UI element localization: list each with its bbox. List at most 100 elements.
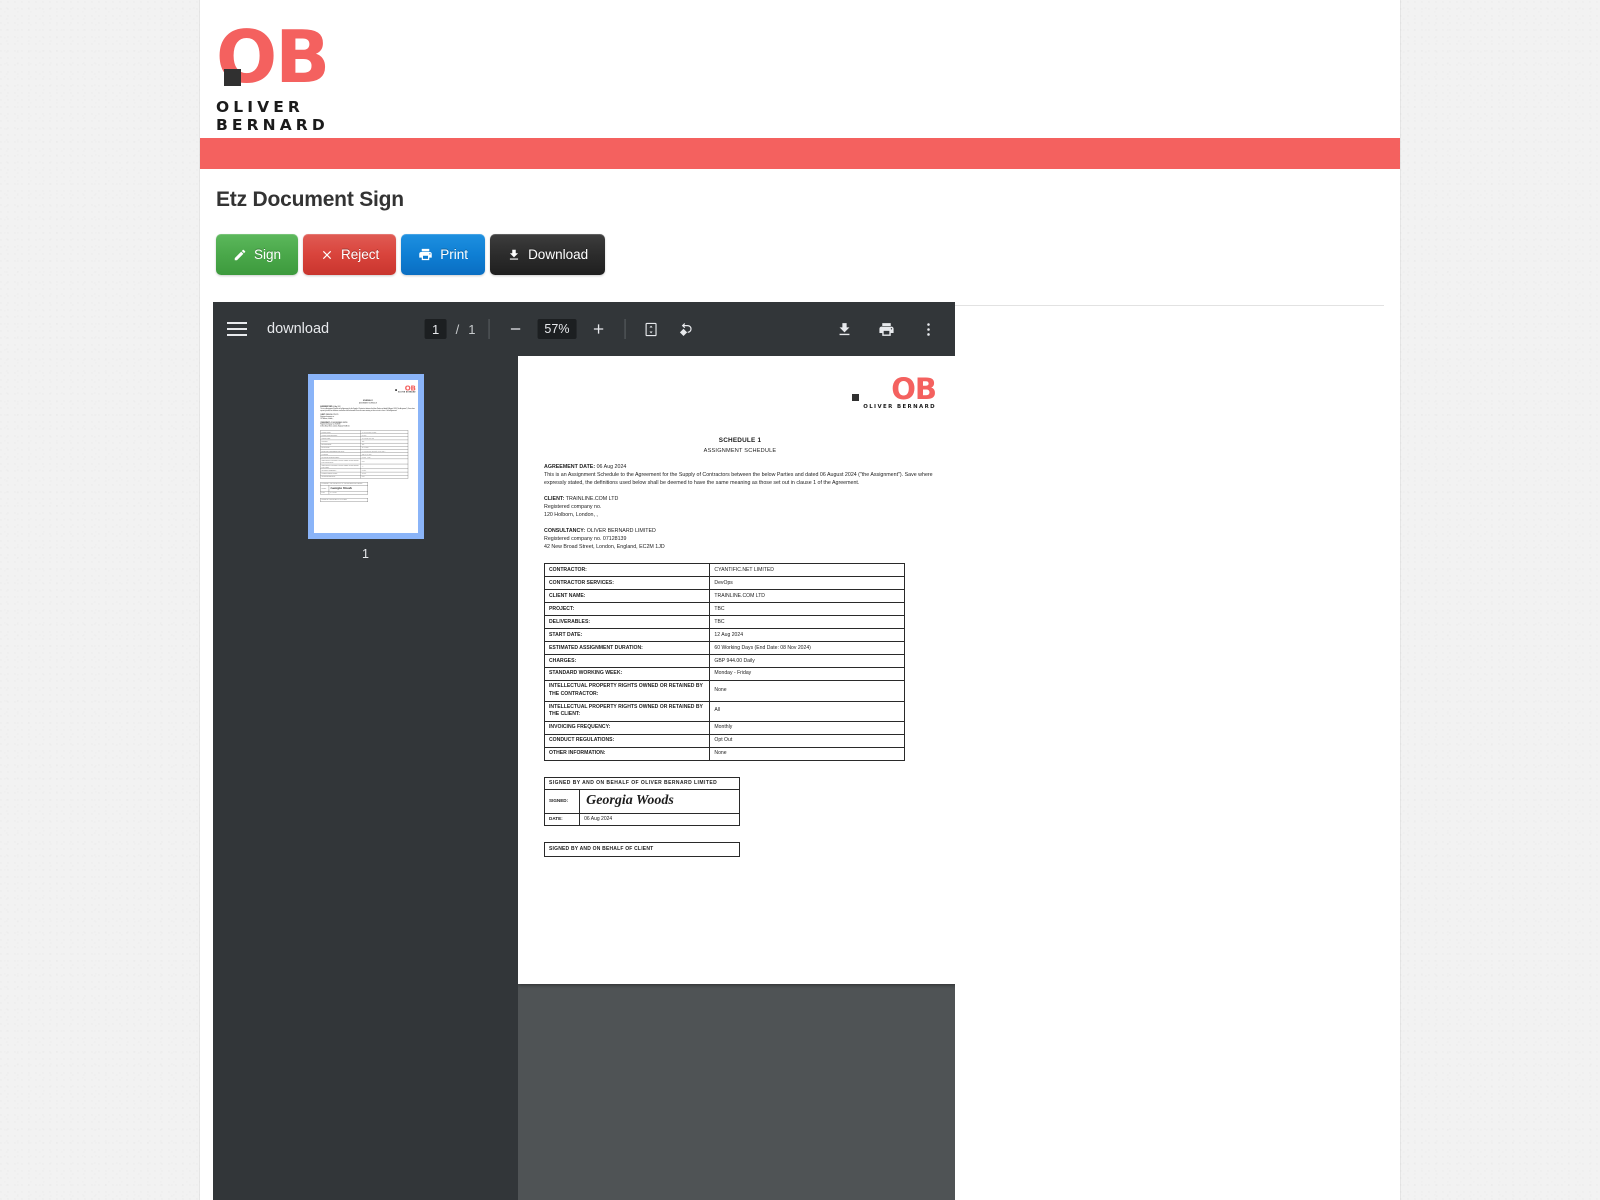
- x-mark-icon: [320, 248, 334, 262]
- document-subtitle: ASSIGNMENT SCHEDULE: [703, 448, 777, 455]
- document-logo-sub: OLIVER BERNARD: [863, 404, 936, 410]
- table-cell-key: ESTIMATED ASSIGNMENT DURATION:: [543, 641, 711, 656]
- pencil-icon: [233, 248, 247, 262]
- client-signature-block: SIGNED BY AND ON BEHALF OF CLIENT: [544, 842, 740, 857]
- toolbar-divider-2: [624, 319, 626, 339]
- download-icon: [507, 248, 521, 262]
- table-row: INTELLECTUAL PROPERTY RIGHTS OWNED OR RE…: [543, 680, 905, 702]
- agreement-date-label: AGREEMENT DATE:: [544, 464, 596, 471]
- signature-date-value: 06 Aug 2024: [579, 812, 740, 827]
- intro-paragraph: This is an Assignment Schedule to the Ag…: [544, 472, 933, 486]
- table-row: DATE: 06 Aug 2024: [543, 812, 740, 827]
- table-row: CONTRACTOR SERVICES: DevOps: [543, 576, 905, 591]
- table-row: CLIENT NAME: TRAINLINE.COM LTD: [543, 589, 905, 604]
- sign-button-label: Sign: [254, 247, 282, 262]
- table-cell-value: None: [709, 680, 905, 702]
- table-row: STANDARD WORKING WEEK: Monday - Friday: [543, 667, 905, 682]
- table-row: CONDUCT REGULATIONS: Opt Out: [543, 733, 905, 748]
- table-cell-value: 60 Working Days (End Date: 08 Nov 2024): [709, 641, 905, 656]
- table-row: PROJECT: TBC: [543, 602, 905, 617]
- client-address: 120 Holborn, London, ,: [544, 511, 598, 518]
- table-cell-value: None: [360, 475, 408, 479]
- consultancy-registration: Registered company no. 07128139: [544, 536, 627, 543]
- page-thumbnail-1[interactable]: OB OLIVER BERNARD SCHEDULE 1 ASSIGNMENT …: [307, 374, 424, 539]
- pdf-download-icon[interactable]: [831, 316, 857, 342]
- company-logo: OB OLIVER BERNARD: [216, 18, 376, 134]
- consultancy-label: CONSULTANCY:: [544, 528, 586, 535]
- table-cell-value: Monday - Friday: [709, 667, 905, 682]
- client-block: CLIENT: TRAINLINE.COM LTD Registered com…: [544, 496, 936, 519]
- pdf-thumbnail-sidebar: OB OLIVER BERNARD SCHEDULE 1 ASSIGNMENT …: [213, 356, 518, 1200]
- table-row: ESTIMATED ASSIGNMENT DURATION: 60 Working…: [543, 641, 905, 656]
- table-cell-key: STANDARD WORKING WEEK:: [543, 667, 711, 682]
- table-cell-key: INVOICING FREQUENCY:: [543, 720, 711, 735]
- agreement-date-value: 06 Aug 2024: [596, 464, 627, 471]
- assignment-table: CONTRACTOR: CYANTIFIC.NET LIMITED CONTRACT…: [543, 563, 905, 761]
- pdf-body: OB OLIVER BERNARD SCHEDULE 1 ASSIGNMENT …: [213, 356, 955, 1200]
- document-render: OB OLIVER BERNARD SCHEDULE 1 ASSIGNMENT …: [518, 356, 955, 875]
- table-cell-value: TBC: [709, 602, 905, 617]
- action-button-group: Sign Reject Print Download: [200, 212, 1400, 275]
- print-button[interactable]: Print: [401, 234, 486, 275]
- table-cell-key: PROJECT:: [543, 602, 711, 617]
- table-cell-key: CONDUCT REGULATIONS:: [543, 733, 711, 748]
- pdf-toolbar-right-controls: [831, 316, 941, 342]
- table-cell-value: 12 Aug 2024: [709, 628, 905, 643]
- zoom-out-icon[interactable]: [502, 316, 528, 342]
- table-cell-key: CONTRACTOR:: [543, 563, 711, 578]
- reject-button[interactable]: Reject: [303, 234, 397, 275]
- thumb-doc-logo-sub: OLIVER BERNARD: [397, 391, 416, 394]
- table-row: START DATE: 12 Aug 2024: [543, 628, 905, 643]
- zoom-level-input[interactable]: 57%: [537, 319, 577, 339]
- page-total: 1: [468, 321, 476, 337]
- table-cell-key: DELIVERABLES:: [543, 615, 711, 630]
- table-cell-key: OTHER INFORMATION:: [543, 746, 711, 761]
- table-cell-value: TRAINLINE.COM LTD: [709, 589, 905, 604]
- fit-to-page-icon[interactable]: [638, 316, 664, 342]
- signature-date-label: DATE:: [543, 812, 581, 827]
- table-cell-key: INTELLECTUAL PROPERTY RIGHTS OWNED OR RE…: [543, 700, 711, 722]
- table-row: SIGNED: Georgia Woods: [543, 789, 740, 814]
- thumb-assignment-table: CONTRACTOR: CYANTIFIC.NET LIMITED CONTRACT…: [319, 430, 408, 479]
- thumb-doc-subtitle: ASSIGNMENT SCHEDULE: [358, 402, 377, 404]
- thumbnail-page-label: 1: [362, 547, 369, 561]
- client-value: TRAINLINE.COM LTD: [565, 496, 619, 503]
- more-options-icon[interactable]: [915, 316, 941, 342]
- page-number-input[interactable]: 1: [424, 319, 447, 339]
- thumb-client-signature-block: SIGNED BY AND ON BEHALF OF CLIENT: [319, 498, 368, 502]
- table-cell-value: DevOps: [709, 576, 905, 591]
- table-cell-key: CHARGES:: [543, 654, 711, 669]
- page-container: OB OLIVER BERNARD Etz Document Sign Sign…: [200, 0, 1400, 1200]
- table-cell-value: TBC: [709, 615, 905, 630]
- print-button-label: Print: [440, 247, 469, 262]
- rotate-icon[interactable]: [673, 316, 699, 342]
- pdf-print-icon[interactable]: [873, 316, 899, 342]
- printer-icon: [418, 247, 433, 262]
- page-title: Etz Document Sign: [216, 188, 404, 211]
- thumb-doc-logo-mark: OB: [404, 383, 416, 393]
- sidebar-toggle-icon[interactable]: [227, 316, 253, 342]
- table-cell-key: OTHER INFORMATION:: [319, 475, 361, 479]
- page-separator: /: [455, 321, 460, 337]
- pdf-page-1: OB OLIVER BERNARD SCHEDULE 1 ASSIGNMENT …: [518, 356, 955, 984]
- table-cell-value: Monthly: [709, 720, 905, 735]
- table-cell-value: Opt Out: [709, 733, 905, 748]
- zoom-in-icon[interactable]: [585, 316, 611, 342]
- client-registration: Registered company no.: [544, 504, 602, 511]
- pdf-page-area[interactable]: OB OLIVER BERNARD SCHEDULE 1 ASSIGNMENT …: [518, 356, 955, 1200]
- signature-heading: SIGNED BY AND ON BEHALF OF OLIVER BERNAR…: [544, 776, 740, 791]
- sign-button[interactable]: Sign: [216, 234, 299, 275]
- document-logo-mark: OB: [891, 372, 937, 406]
- table-row: CHARGES: GBP 944.00 Daily: [543, 654, 905, 669]
- thumbnail-document-render: OB OLIVER BERNARD SCHEDULE 1 ASSIGNMENT …: [319, 383, 416, 502]
- table-cell-value: None: [709, 746, 905, 761]
- table-cell-key: CLIENT NAME:: [543, 589, 711, 604]
- consultancy-value: OLIVER BERNARD LIMITED: [586, 528, 656, 535]
- client-label: CLIENT:: [544, 496, 565, 503]
- toolbar-divider-1: [488, 319, 490, 339]
- table-cell-key: INTELLECTUAL PROPERTY RIGHTS OWNED OR RE…: [543, 680, 711, 702]
- brand-header: OB OLIVER BERNARD: [200, 0, 1400, 138]
- table-row: INVOICING FREQUENCY: Monthly: [543, 720, 905, 735]
- reject-button-label: Reject: [341, 247, 380, 262]
- download-button[interactable]: Download: [490, 234, 606, 275]
